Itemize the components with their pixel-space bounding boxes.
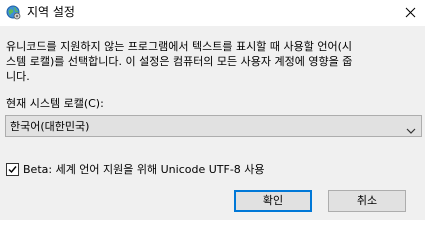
dialog-footer: 확인 취소 — [0, 184, 425, 220]
system-locale-value: 한국어(대한민국) — [10, 120, 90, 133]
ok-button[interactable]: 확인 — [234, 190, 312, 212]
description-line: 니다. — [6, 70, 30, 83]
beta-utf8-option[interactable]: Beta: 세계 언어 지원을 위해 Unicode UTF-8 사용 — [6, 162, 265, 177]
cancel-button[interactable]: 취소 — [328, 190, 406, 212]
dialog-content: 유니코드를 지원하지 않는 프로그램에서 텍스트를 표시할 때 사용할 언어(시… — [0, 26, 425, 184]
checkmark-icon — [8, 166, 17, 174]
chevron-down-icon — [406, 121, 416, 134]
description-text: 유니코드를 지원하지 않는 프로그램에서 텍스트를 표시할 때 사용할 언어(시… — [6, 39, 420, 84]
close-icon — [405, 7, 415, 17]
close-button[interactable] — [395, 0, 425, 24]
beta-utf8-label: Beta: 세계 언어 지원을 위해 Unicode UTF-8 사용 — [23, 162, 265, 176]
beta-utf8-checkbox[interactable] — [6, 163, 19, 176]
description-line: 스템 로캘)를 선택합니다. 이 설정은 컴퓨터의 모든 사용자 계정에 영향을… — [6, 55, 353, 68]
system-locale-dropdown[interactable]: 한국어(대한민국) — [5, 115, 422, 137]
title-bar: 지역 설정 — [0, 0, 425, 26]
globe-settings-icon — [6, 5, 21, 20]
description-line: 유니코드를 지원하지 않는 프로그램에서 텍스트를 표시할 때 사용할 언어(시 — [6, 40, 352, 53]
system-locale-label: 현재 시스템 로캘(C): — [6, 97, 104, 110]
window-title: 지역 설정 — [27, 5, 75, 19]
